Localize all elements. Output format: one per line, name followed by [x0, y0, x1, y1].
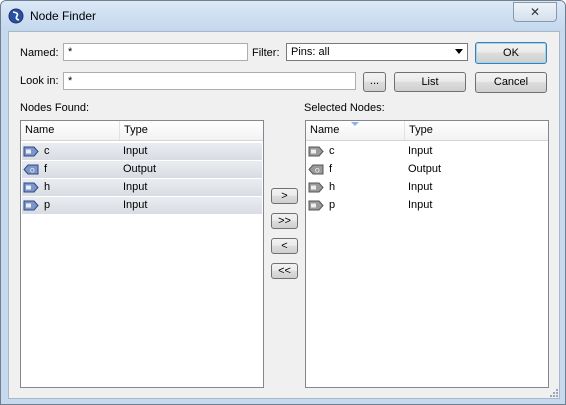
node-name: c [44, 145, 50, 157]
window-title: Node Finder [30, 9, 97, 23]
add-all-button[interactable]: >> [271, 213, 298, 229]
node-finder-window: Node Finder ✕ Named: * Filter: Pins: all… [0, 0, 566, 405]
filter-selected-value: Pins: all [291, 46, 330, 58]
selected-nodes-label: Selected Nodes: [304, 102, 385, 114]
svg-text:O: O [315, 168, 320, 175]
list-item[interactable]: h Input [307, 179, 547, 196]
list-item[interactable]: h Input [22, 179, 262, 196]
look-in-input[interactable]: * [63, 72, 356, 90]
list-item[interactable]: O f Output [307, 161, 547, 178]
remove-selected-button[interactable]: < [271, 238, 298, 254]
input-pin-icon [308, 200, 324, 211]
close-button[interactable]: ✕ [513, 2, 557, 22]
resize-grip-icon[interactable] [548, 387, 559, 398]
cancel-button[interactable]: Cancel [475, 72, 547, 93]
node-name: h [329, 181, 336, 193]
add-selected-button[interactable]: > [271, 188, 298, 204]
filter-label: Filter: [252, 47, 280, 59]
input-pin-icon [23, 146, 39, 157]
input-pin-icon [23, 182, 39, 193]
selected-nodes-header: Name Type [306, 121, 548, 141]
node-type: Input [408, 181, 433, 193]
node-name: p [329, 199, 336, 211]
filter-dropdown[interactable]: Pins: all [286, 43, 468, 61]
node-type: Input [123, 181, 148, 193]
chevron-down-icon [455, 49, 463, 54]
node-type: Output [408, 163, 442, 175]
list-item[interactable]: c Input [22, 143, 262, 160]
node-name: c [329, 145, 335, 157]
look-in-label: Look in: [20, 75, 59, 87]
title-bar[interactable]: Node Finder ✕ [1, 1, 565, 31]
list-item[interactable]: O f Output [22, 161, 262, 178]
node-type: Input [408, 199, 433, 211]
input-pin-icon [308, 146, 324, 157]
nodes-found-label: Nodes Found: [20, 102, 90, 114]
close-icon: ✕ [529, 5, 541, 19]
column-header-name[interactable]: Name [310, 124, 339, 136]
named-input[interactable]: * [63, 43, 248, 61]
input-pin-icon [308, 182, 324, 193]
nodes-found-header: Name Type [21, 121, 263, 141]
node-name: f [44, 163, 48, 175]
node-name: f [329, 163, 333, 175]
node-type: Input [123, 145, 148, 157]
list-item[interactable]: p Input [22, 197, 262, 214]
sort-ascending-icon [351, 122, 359, 126]
output-pin-icon: O [308, 164, 324, 175]
dialog-body: Named: * Filter: Pins: all OK Look in: *… [8, 31, 560, 399]
app-logo-icon [8, 8, 24, 24]
list-item[interactable]: p Input [307, 197, 547, 214]
output-pin-icon: O [23, 164, 39, 175]
selected-nodes-list[interactable]: Name Type c Input O f Output h Input p I… [305, 120, 549, 388]
node-type: Input [123, 199, 148, 211]
column-divider[interactable] [119, 121, 120, 140]
nodes-found-list[interactable]: Name Type c Input O f Output h Input p I… [20, 120, 264, 388]
column-header-type[interactable]: Type [409, 124, 433, 136]
node-type: Input [408, 145, 433, 157]
node-name: p [44, 199, 51, 211]
ok-button[interactable]: OK [475, 42, 547, 64]
list-item[interactable]: c Input [307, 143, 547, 160]
column-header-name[interactable]: Name [25, 124, 54, 136]
browse-button[interactable]: ... [363, 72, 386, 92]
node-name: h [44, 181, 51, 193]
node-type: Output [123, 163, 157, 175]
input-pin-icon [23, 200, 39, 211]
named-label: Named: [20, 47, 59, 59]
column-divider[interactable] [404, 121, 405, 140]
list-button[interactable]: List [394, 72, 466, 92]
remove-all-button[interactable]: << [271, 263, 298, 279]
column-header-type[interactable]: Type [124, 124, 148, 136]
svg-text:O: O [30, 168, 35, 175]
